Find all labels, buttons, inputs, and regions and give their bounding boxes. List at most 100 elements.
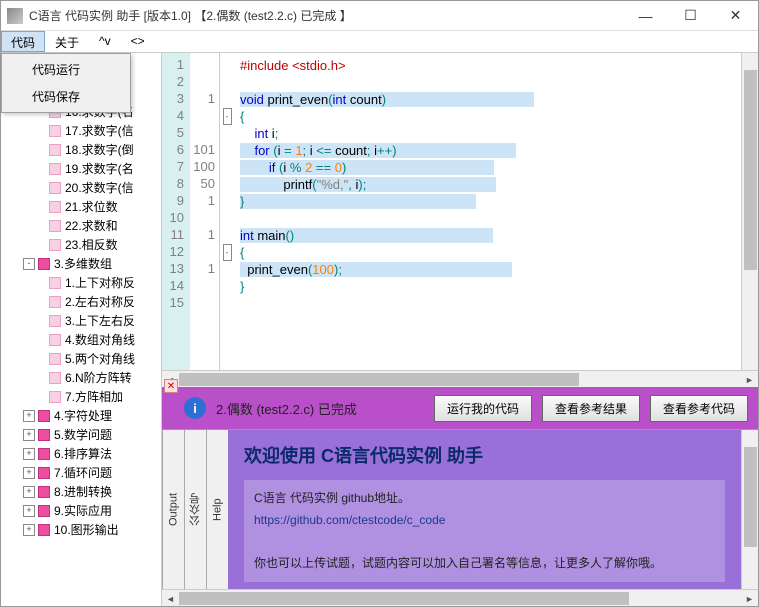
tree-node-icon: [49, 163, 61, 175]
view-reference-result-button[interactable]: 查看参考结果: [542, 395, 640, 422]
line-number-gutter: 123456789101112131415: [162, 53, 190, 370]
tree-node-icon: [38, 467, 50, 479]
tree-item[interactable]: 21.求位数: [1, 197, 161, 216]
menu-run-code[interactable]: 代码运行: [4, 56, 128, 83]
tree-node-icon: [38, 258, 50, 270]
sidebar-tree[interactable]: 16.求数字16.求数字(名17.求数字(信18.求数字(倒19.求数字(名20…: [1, 53, 162, 606]
tree-item[interactable]: 20.求数字(信: [1, 178, 161, 197]
fold-icon[interactable]: -: [223, 244, 232, 261]
maximize-button[interactable]: ☐: [668, 1, 713, 31]
tree-node-icon: [49, 296, 61, 308]
tree-label: 3.多维数组: [54, 255, 112, 272]
tree-item[interactable]: 6.N阶方阵转: [1, 368, 161, 387]
panel-close-icon[interactable]: ✕: [164, 379, 178, 393]
expand-icon[interactable]: +: [23, 524, 35, 536]
coverage-gutter: 110110050111: [190, 53, 220, 370]
run-my-code-button[interactable]: 运行我的代码: [434, 395, 532, 422]
expand-icon[interactable]: +: [23, 429, 35, 441]
tree-item[interactable]: +4.字符处理: [1, 406, 161, 425]
menu-dropdown: 代码运行 代码保存: [1, 53, 131, 113]
tree-item[interactable]: 2.左右对称反: [1, 292, 161, 311]
menu-about[interactable]: 关于: [45, 31, 89, 52]
tab-help[interactable]: Help: [206, 430, 228, 589]
expand-icon[interactable]: +: [23, 448, 35, 460]
tree-node-icon: [49, 144, 61, 156]
tree-item[interactable]: 7.方阵相加: [1, 387, 161, 406]
tree-item[interactable]: 23.相反数: [1, 235, 161, 254]
tree-item[interactable]: +9.实际应用: [1, 501, 161, 520]
welcome-horizontal-scrollbar[interactable]: ◄ ►: [162, 589, 758, 606]
expand-icon[interactable]: +: [23, 410, 35, 422]
tree-label: 5.数学问题: [54, 426, 112, 443]
view-reference-code-button[interactable]: 查看参考代码: [650, 395, 748, 422]
welcome-title: 欢迎使用 C语言代码实例 助手: [244, 442, 725, 468]
tree-label: 17.求数字(信: [65, 122, 134, 139]
tree-node-icon: [38, 448, 50, 460]
tree-item[interactable]: - 3.多维数组: [1, 254, 161, 273]
tree-item[interactable]: 22.求数和: [1, 216, 161, 235]
tree-node-icon: [49, 201, 61, 213]
tree-item[interactable]: 5.两个对角线: [1, 349, 161, 368]
tree-label: 9.实际应用: [54, 502, 112, 519]
tree-item[interactable]: +7.循环问题: [1, 463, 161, 482]
tree-item[interactable]: +5.数学问题: [1, 425, 161, 444]
tree-item[interactable]: 3.上下左右反: [1, 311, 161, 330]
tree-label: 4.数组对角线: [65, 331, 135, 348]
tree-node-icon: [38, 486, 50, 498]
minimize-button[interactable]: —: [623, 1, 668, 31]
code-area[interactable]: #include <stdio.h> void print_even(int c…: [234, 53, 741, 370]
welcome-panel: 欢迎使用 C语言代码实例 助手 C语言 代码实例 github地址。 https…: [228, 430, 741, 589]
tree-node-icon: [38, 505, 50, 517]
welcome-line2: 你也可以上传试题，试题内容可以加入自己署名等信息，让更多人了解你哦。: [254, 553, 715, 575]
tree-label: 10.图形输出: [54, 521, 119, 538]
tree-item[interactable]: 19.求数字(名: [1, 159, 161, 178]
tree-node-icon: [38, 524, 50, 536]
welcome-line1: C语言 代码实例 github地址。: [254, 488, 715, 510]
code-editor[interactable]: 123456789101112131415 110110050111 -- #i…: [162, 53, 758, 370]
menu-toggle-v[interactable]: ^v: [89, 31, 121, 52]
editor-horizontal-scrollbar[interactable]: ◄ ►: [162, 370, 758, 387]
expand-icon[interactable]: -: [23, 258, 35, 270]
expand-icon[interactable]: +: [23, 486, 35, 498]
welcome-vertical-scrollbar[interactable]: [741, 430, 758, 589]
tree-label: 7.循环问题: [54, 464, 112, 481]
github-link[interactable]: https://github.com/ctestcode/c_code: [254, 513, 445, 527]
tree-label: 23.相反数: [65, 236, 118, 253]
tree-node-icon: [49, 372, 61, 384]
tree-item[interactable]: +8.进制转换: [1, 482, 161, 501]
tree-label: 8.进制转换: [54, 483, 112, 500]
tree-label: 6.排序算法: [54, 445, 112, 462]
vertical-tabs: Output 公众号 Help: [162, 430, 228, 589]
fold-gutter: --: [220, 53, 234, 370]
expand-icon[interactable]: +: [23, 505, 35, 517]
tree-label: 3.上下左右反: [65, 312, 135, 329]
tree-item[interactable]: 17.求数字(信: [1, 121, 161, 140]
tree-label: 1.上下对称反: [65, 274, 135, 291]
tree-node-icon: [49, 220, 61, 232]
editor-vertical-scrollbar[interactable]: [741, 53, 758, 370]
tree-label: 20.求数字(信: [65, 179, 134, 196]
tree-label: 22.求数和: [65, 217, 118, 234]
menu-toggle-h[interactable]: <>: [121, 31, 155, 52]
fold-icon[interactable]: -: [223, 108, 232, 125]
tree-item[interactable]: 4.数组对角线: [1, 330, 161, 349]
tree-item[interactable]: 1.上下对称反: [1, 273, 161, 292]
menu-code[interactable]: 代码: [1, 31, 45, 52]
action-bar: ✕ i 2.偶数 (test2.2.c) 已完成 运行我的代码 查看参考结果 查…: [162, 387, 758, 429]
menu-save-code[interactable]: 代码保存: [4, 83, 128, 110]
tree-item[interactable]: +6.排序算法: [1, 444, 161, 463]
tree-node-icon: [49, 277, 61, 289]
tree-label: 5.两个对角线: [65, 350, 135, 367]
tree-node-icon: [38, 410, 50, 422]
tree-item[interactable]: +10.图形输出: [1, 520, 161, 539]
tab-wechat[interactable]: 公众号: [184, 430, 206, 589]
tree-label: 6.N阶方阵转: [65, 369, 132, 386]
tree-node-icon: [49, 391, 61, 403]
tree-node-icon: [49, 182, 61, 194]
close-button[interactable]: ✕: [713, 1, 758, 31]
tree-label: 2.左右对称反: [65, 293, 135, 310]
expand-icon[interactable]: +: [23, 467, 35, 479]
tree-node-icon: [49, 334, 61, 346]
tree-item[interactable]: 18.求数字(倒: [1, 140, 161, 159]
tab-output[interactable]: Output: [162, 430, 184, 589]
